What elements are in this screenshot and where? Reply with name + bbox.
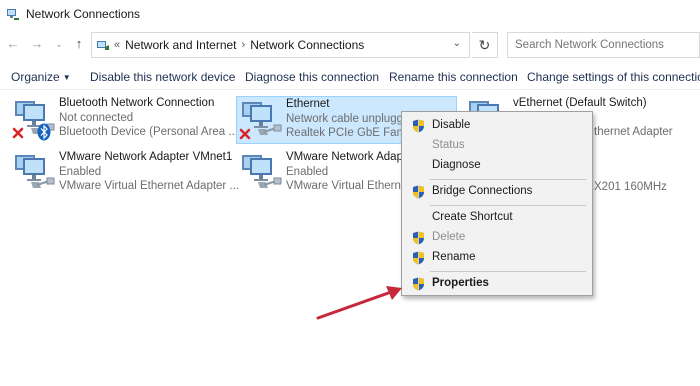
forward-arrow-icon[interactable]: → [30,37,44,51]
connection-name: Ethernet [286,98,330,110]
connection-device: thernet Adapter [594,126,673,138]
connection-status: Enabled [286,166,329,178]
change-settings-button[interactable]: Change settings of this connection [527,70,700,84]
menu-item-diagnose[interactable]: Diagnose [402,156,592,176]
menu-separator [430,271,586,272]
connection-device: VMware Virtual Ethernet Adapter ... [59,180,240,192]
bluetooth-icon [37,123,51,141]
title-bar: Network Connections [0,0,700,28]
refresh-icon[interactable]: ↻ [472,32,498,58]
menu-item-label: Properties [432,277,489,289]
search-input[interactable] [507,32,700,58]
address-path[interactable]: « Network and Internet › Network Connect… [91,32,470,58]
menu-item-delete: Delete [402,228,592,248]
menu-item-label: Status [432,139,465,151]
up-arrow-icon[interactable]: ↑ [72,37,86,51]
menu-separator [430,205,586,206]
menu-item-label: Diagnose [432,159,481,171]
uac-shield-icon [412,277,425,291]
network-adapter-icon [238,151,284,195]
connection-bluetooth[interactable]: Bluetooth Network Connection Not connect… [11,97,238,143]
breadcrumb-network-connections[interactable]: Network Connections [250,38,364,52]
control-panel-icon [97,41,109,50]
menu-item-disable[interactable]: Disable [402,116,592,136]
context-menu: Disable Status Diagnose Bridge Connectio… [401,111,593,296]
connection-name: VMware Network Adapter VMnet1 [59,151,233,163]
connection-name: vEthernet (Default Switch) [513,97,647,109]
menu-separator [430,179,586,180]
connection-device: X201 160MHz [594,181,667,193]
menu-item-bridge-connections[interactable]: Bridge Connections [402,182,592,202]
breadcrumb-network-and-internet[interactable]: Network and Internet [125,38,236,52]
menu-item-label: Disable [432,119,471,131]
uac-shield-icon [412,185,425,199]
organize-label: Organize [11,70,60,84]
connection-status: Not connected [59,112,134,124]
breadcrumb-overflow[interactable]: « [114,39,120,51]
organize-caret-icon: ▼ [62,73,71,82]
connection-vmnet1[interactable]: VMware Network Adapter VMnet1 Enabled VM… [11,151,239,197]
uac-shield-icon [412,231,425,245]
address-dropdown-icon[interactable]: ⌄ [453,38,461,49]
connection-device: VMware Virtual Ethernet [286,180,411,192]
connection-status: Enabled [59,166,102,178]
window-title: Network Connections [26,7,141,21]
recent-locations-chevron-icon[interactable]: ⌄ [52,37,66,51]
disable-device-button[interactable]: Disable this network device [90,70,235,84]
back-arrow-icon[interactable]: ← [6,37,20,51]
menu-item-properties[interactable]: Properties [402,274,592,294]
organize-button[interactable]: Organize ▼ [11,70,71,84]
annotation-arrow [316,286,402,320]
connection-name: VMware Network Adapte [286,151,413,163]
network-connections-icon [7,9,19,20]
connection-status: Network cable unplugge [286,113,410,125]
network-adapter-icon [11,151,57,195]
diagnose-connection-button[interactable]: Diagnose this connection [245,70,379,84]
connection-device: Bluetooth Device (Personal Area ... [59,126,238,138]
uac-shield-icon [412,119,425,133]
address-bar: ← → ⌄ ↑ « Network and Internet › Network… [0,30,700,60]
error-x-icon [12,127,24,139]
menu-item-label: Create Shortcut [432,211,513,223]
connection-vmnet8[interactable]: VMware Network Adapte Enabled VMware Vir… [238,151,413,197]
menu-item-create-shortcut[interactable]: Create Shortcut [402,208,592,228]
rename-connection-button[interactable]: Rename this connection [389,70,518,84]
error-x-icon [239,128,251,140]
menu-item-label: Delete [432,231,466,243]
menu-item-label: Rename [432,251,476,263]
command-bar: Organize ▼ Disable this network device Di… [0,64,700,90]
menu-item-rename[interactable]: Rename [402,248,592,268]
breadcrumb-separator[interactable]: › [242,39,246,51]
menu-item-label: Bridge Connections [432,185,533,197]
connection-name: Bluetooth Network Connection [59,97,215,109]
connection-device: Realtek PCIe GbE Family [286,127,418,139]
menu-item-status: Status [402,136,592,156]
uac-shield-icon [412,251,425,265]
